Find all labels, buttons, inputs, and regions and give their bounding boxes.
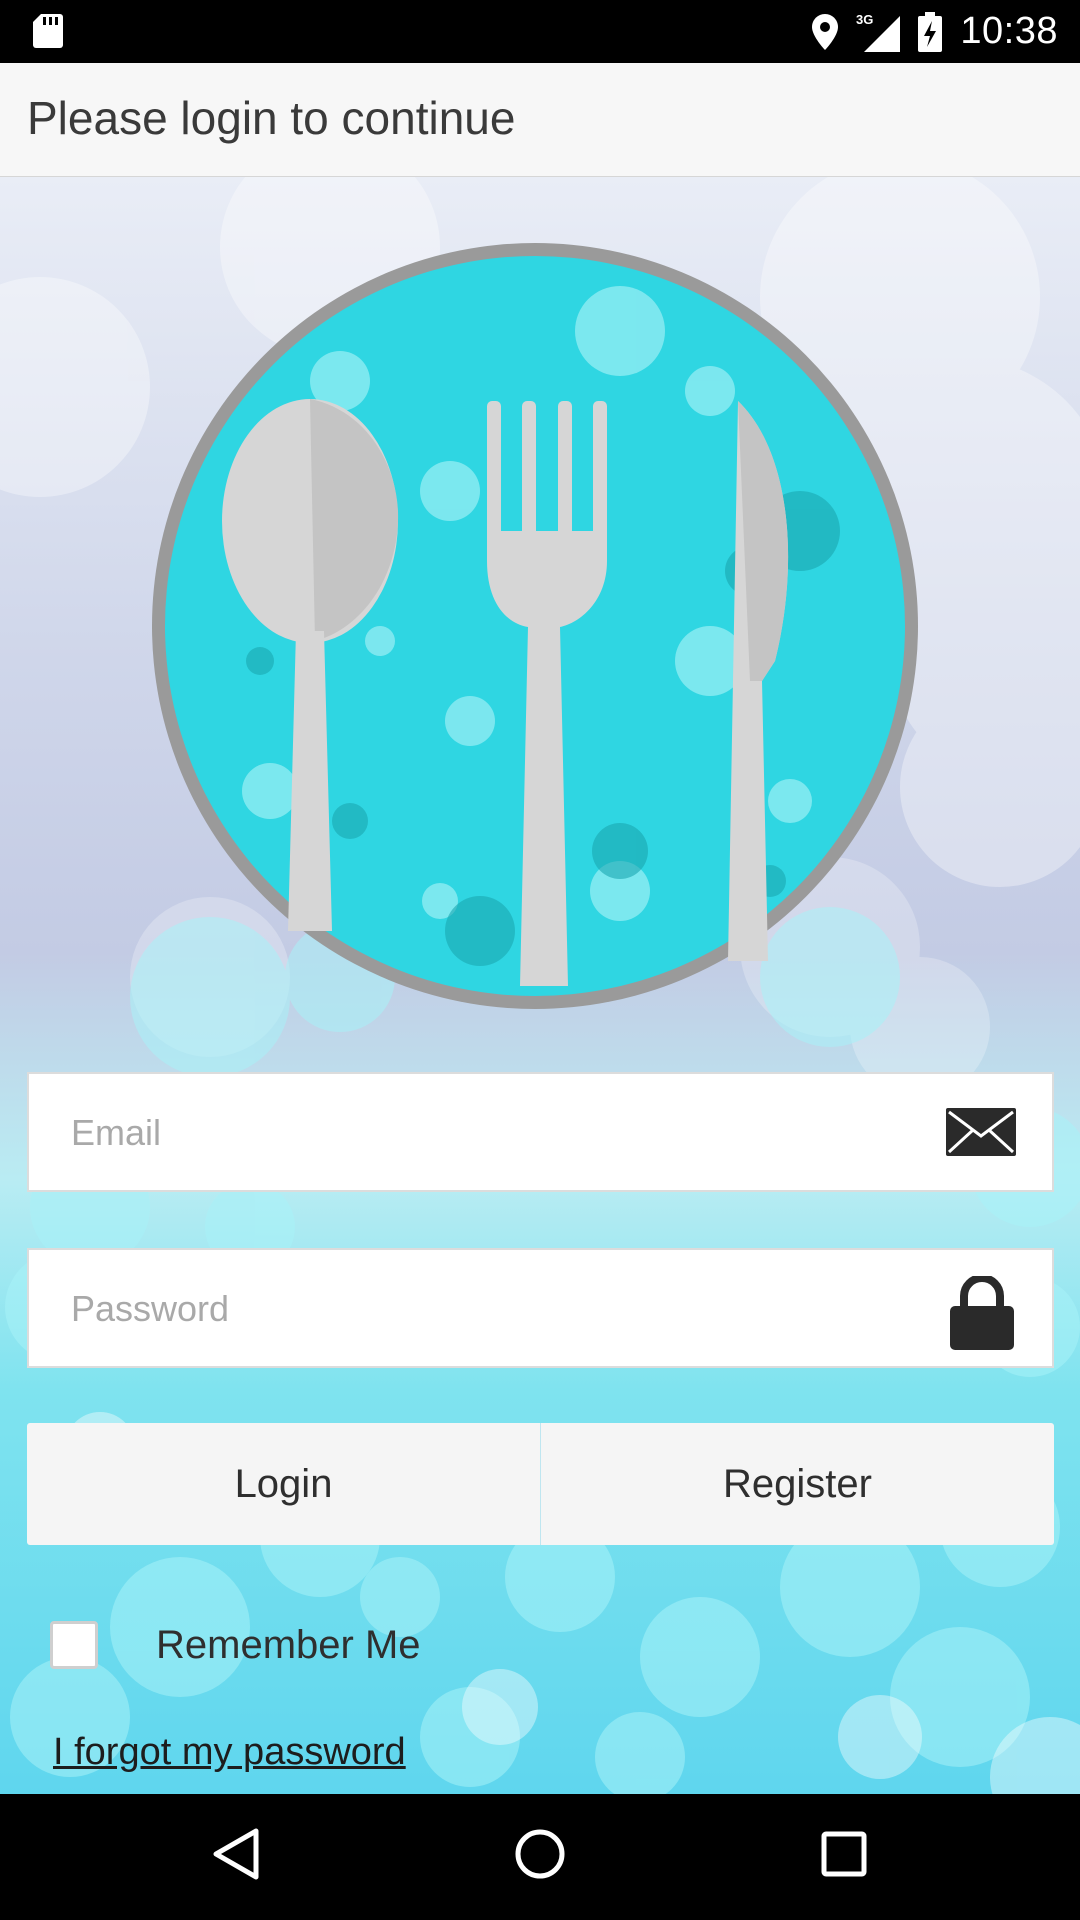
password-input[interactable]: [69, 1250, 923, 1368]
login-content: Login Register Remember Me I forgot my p…: [0, 177, 1080, 1794]
status-bar: 3G 10:38: [0, 0, 1080, 63]
remember-me-row[interactable]: Remember Me: [50, 1617, 421, 1673]
network-type-label: 3G: [856, 12, 873, 27]
app-screen: 3G 10:38 Please login to continue Email …: [0, 0, 1080, 1920]
back-icon[interactable]: [212, 1827, 260, 1881]
location-icon: [812, 13, 839, 50]
clock: 10:38: [960, 10, 1058, 52]
lock-icon: [950, 1276, 1014, 1350]
email-field[interactable]: [27, 1072, 1054, 1192]
page-title: Please login to continue: [27, 92, 516, 144]
register-button-label: Register: [723, 1461, 872, 1506]
remember-me-label: Remember Me: [156, 1622, 421, 1667]
action-buttons: Login Register: [27, 1423, 1054, 1545]
app-bar: Please login to continue: [0, 63, 1080, 177]
sd-card-icon: [33, 14, 63, 48]
battery-charging-icon: [918, 11, 943, 52]
login-button[interactable]: Login: [27, 1423, 540, 1545]
forgot-password-link[interactable]: I forgot my password: [53, 1731, 406, 1774]
email-input[interactable]: [69, 1074, 923, 1192]
envelope-icon: [946, 1108, 1016, 1156]
navigation-bar: [0, 1794, 1080, 1920]
recents-icon[interactable]: [821, 1827, 867, 1881]
home-icon[interactable]: [514, 1827, 566, 1881]
login-button-label: Login: [234, 1461, 333, 1506]
signal-3g-icon: 3G: [856, 12, 901, 52]
cutlery-logo-icon: [152, 243, 918, 1009]
register-button[interactable]: Register: [541, 1423, 1054, 1545]
password-field[interactable]: [27, 1248, 1054, 1368]
remember-me-checkbox[interactable]: [50, 1621, 98, 1669]
